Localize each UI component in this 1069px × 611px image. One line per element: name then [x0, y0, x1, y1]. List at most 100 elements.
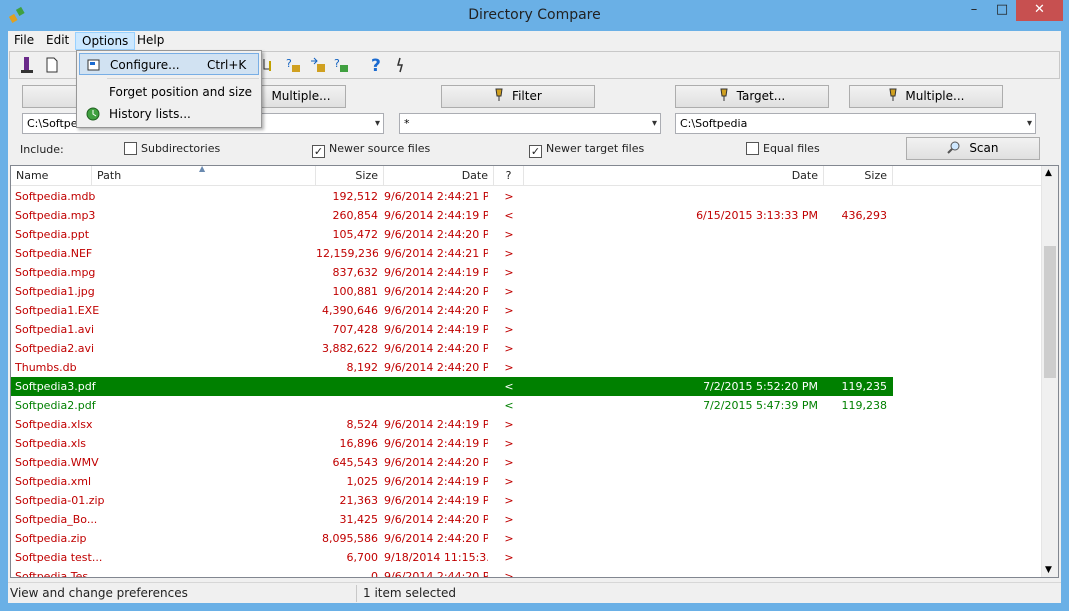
filter-button[interactable]: Filter: [441, 85, 595, 108]
cell-target-date: 6/15/2015 3:13:33 PM: [696, 209, 818, 222]
menu-options[interactable]: Options: [75, 32, 136, 50]
menu-item-history-lists[interactable]: History lists...: [79, 103, 259, 125]
checkbox-box[interactable]: [124, 142, 137, 155]
table-row[interactable]: Softpedia.xlsx 8,524 9/6/2014 2:44:19 PM >: [11, 415, 893, 434]
check-icon[interactable]: ✓: [312, 145, 325, 158]
scrollbar-thumb[interactable]: [1044, 246, 1056, 378]
table-row[interactable]: Softpedia.WMV 645,543 9/6/2014 2:44:20 PM >: [11, 453, 893, 472]
forget-position-label: Forget position and size: [109, 85, 253, 99]
source-multiple-button[interactable]: Multiple...: [256, 85, 346, 108]
cell-target-size: 119,238: [841, 399, 888, 412]
table-row[interactable]: Softpedia.ppt 105,472 9/6/2014 2:44:20 PM >: [11, 225, 893, 244]
column-header-target-size[interactable]: Size: [824, 166, 893, 186]
column-header-path[interactable]: Path ▲: [92, 166, 316, 186]
table-row[interactable]: Softpedia_Bo... 31,425 9/6/2014 2:44:20 PM…: [11, 510, 893, 529]
minimize-button[interactable]: –: [960, 0, 988, 21]
subdirectories-label: Subdirectories: [141, 142, 221, 155]
table-row[interactable]: Softpedia.mp3 260,854 9/6/2014 2:44:19 PM <…: [11, 206, 893, 225]
new-document-icon[interactable]: [42, 55, 62, 75]
cell-size: 100,881: [332, 285, 379, 298]
close-button[interactable]: ✕: [1016, 0, 1063, 21]
title-bar[interactable]: Directory Compare – □ ✕: [0, 0, 1069, 31]
pen-icon: [495, 88, 503, 101]
menu-item-configure[interactable]: Configure... Ctrl+K: [79, 53, 259, 75]
about-icon[interactable]: [390, 55, 410, 75]
subdirectories-checkbox[interactable]: Subdirectories: [124, 142, 220, 155]
cell-date: 9/6/2014 2:44:20 PM: [384, 513, 488, 526]
table-row[interactable]: Softpedia2.pdf <7/2/2015 5:47:39 PM 119,23…: [11, 396, 893, 415]
menu-item-forget-position[interactable]: Forget position and size: [79, 81, 259, 103]
table-row[interactable]: Softpedia.zip 8,095,586 9/6/2014 2:44:20 P…: [11, 529, 893, 548]
cell-direction: >: [504, 570, 514, 578]
compare-help-icon[interactable]: ?: [284, 55, 304, 75]
table-row[interactable]: Softpedia.mpg 837,632 9/6/2014 2:44:19 PM >: [11, 263, 893, 282]
application-window: Directory Compare – □ ✕ File Edit Option…: [0, 0, 1069, 611]
cell-name: Softpedia.xml: [15, 475, 92, 488]
menu-edit[interactable]: Edit: [40, 32, 75, 50]
table-row[interactable]: Softpedia1.EXE 4,390,646 9/6/2014 2:44:20 …: [11, 301, 893, 320]
help-icon[interactable]: ?: [366, 55, 386, 75]
scroll-down-icon[interactable]: ▼: [1045, 565, 1052, 575]
scroll-up-icon[interactable]: ▲: [1045, 168, 1052, 178]
chevron-down-icon[interactable]: ▾: [375, 114, 380, 133]
column-header-size[interactable]: Size: [316, 166, 384, 186]
menu-bar: File Edit Options Help: [8, 31, 1061, 50]
table-row[interactable]: Softpedia test... 6,700 9/18/2014 11:15:3.…: [11, 548, 893, 567]
exit-icon[interactable]: [18, 55, 38, 75]
table-row[interactable]: Softpedia.xls 16,896 9/6/2014 2:44:19 PM >: [11, 434, 893, 453]
menu-separator: [107, 78, 259, 79]
check-icon[interactable]: ✓: [529, 145, 542, 158]
table-row[interactable]: Softpedia-01.zip 21,363 9/6/2014 2:44:19 P…: [11, 491, 893, 510]
cell-date: 9/6/2014 2:44:21 PM: [384, 247, 488, 260]
find-icon[interactable]: ?: [332, 55, 352, 75]
table-row[interactable]: Thumbs.db 8,192 9/6/2014 2:44:20 PM >: [11, 358, 893, 377]
chevron-down-icon[interactable]: ▾: [1027, 114, 1032, 133]
cell-direction: >: [504, 418, 514, 431]
cell-target-date: 7/2/2015 5:52:20 PM: [703, 380, 818, 393]
table-row[interactable]: Softpedia Tes... 0 9/6/2014 2:44:20 PM >: [11, 567, 893, 578]
column-header-date[interactable]: Date: [384, 166, 494, 186]
table-row[interactable]: Softpedia.mdb 192,512 9/6/2014 2:44:21 PM >: [11, 187, 893, 206]
newer-target-checkbox[interactable]: ✓ Newer target files: [529, 142, 644, 158]
swap-icon[interactable]: [308, 55, 328, 75]
configure-shortcut: Ctrl+K: [207, 58, 247, 72]
scan-button[interactable]: Scan: [906, 137, 1040, 160]
compare-down-icon[interactable]: [260, 55, 280, 75]
cell-name: Softpedia.NEF: [15, 247, 93, 260]
table-row[interactable]: Softpedia.NEF 12,159,236 9/6/2014 2:44:21 …: [11, 244, 893, 263]
cell-direction: >: [504, 494, 514, 507]
column-header-direction[interactable]: ?: [494, 166, 524, 186]
target-path-combo[interactable]: C:\Softpedia ▾: [675, 113, 1036, 134]
target-button[interactable]: Target...: [675, 85, 829, 108]
newer-source-checkbox[interactable]: ✓ Newer source files: [312, 142, 430, 158]
cell-date: 9/6/2014 2:44:20 PM: [384, 304, 488, 317]
include-label: Include:: [20, 143, 64, 156]
cell-date: 9/6/2014 2:44:20 PM: [384, 361, 488, 374]
cell-size: 105,472: [332, 228, 379, 241]
filter-combo[interactable]: * ▾: [399, 113, 661, 134]
configure-label: Configure...: [110, 58, 180, 72]
checkbox-box[interactable]: [746, 142, 759, 155]
cell-size: 21,363: [339, 494, 379, 507]
sort-ascending-icon: ▲: [199, 165, 206, 173]
cell-date: 9/18/2014 11:15:3...: [384, 551, 488, 564]
column-header-target-date[interactable]: Date: [524, 166, 824, 186]
table-row[interactable]: Softpedia.xml 1,025 9/6/2014 2:44:19 PM >: [11, 472, 893, 491]
target-multiple-button[interactable]: Multiple...: [849, 85, 1003, 108]
comparison-list[interactable]: Name Path ▲ Size Date ? Date Size Softpe…: [10, 165, 1059, 578]
chevron-down-icon[interactable]: ▾: [652, 114, 657, 133]
equal-files-checkbox[interactable]: Equal files: [746, 142, 820, 155]
client-area: File Edit Options Help ? ? ? Multiple...…: [8, 31, 1061, 603]
vertical-scrollbar[interactable]: ▲ ▼: [1041, 166, 1058, 577]
cell-name: Softpedia.ppt: [15, 228, 90, 241]
table-row[interactable]: Softpedia3.pdf <7/2/2015 5:52:20 PM 119,23…: [11, 377, 893, 396]
table-row[interactable]: Softpedia2.avi 3,882,622 9/6/2014 2:44:20 …: [11, 339, 893, 358]
table-row[interactable]: Softpedia1.avi 707,428 9/6/2014 2:44:19 PM…: [11, 320, 893, 339]
cell-date: 9/6/2014 2:44:19 PM: [384, 494, 488, 507]
table-row[interactable]: Softpedia1.jpg 100,881 9/6/2014 2:44:20 PM…: [11, 282, 893, 301]
menu-file[interactable]: File: [8, 32, 40, 50]
menu-help[interactable]: Help: [131, 32, 170, 50]
maximize-button[interactable]: □: [988, 0, 1016, 21]
cell-name: Softpedia.mp3: [15, 209, 96, 222]
column-header-name[interactable]: Name: [11, 166, 92, 186]
